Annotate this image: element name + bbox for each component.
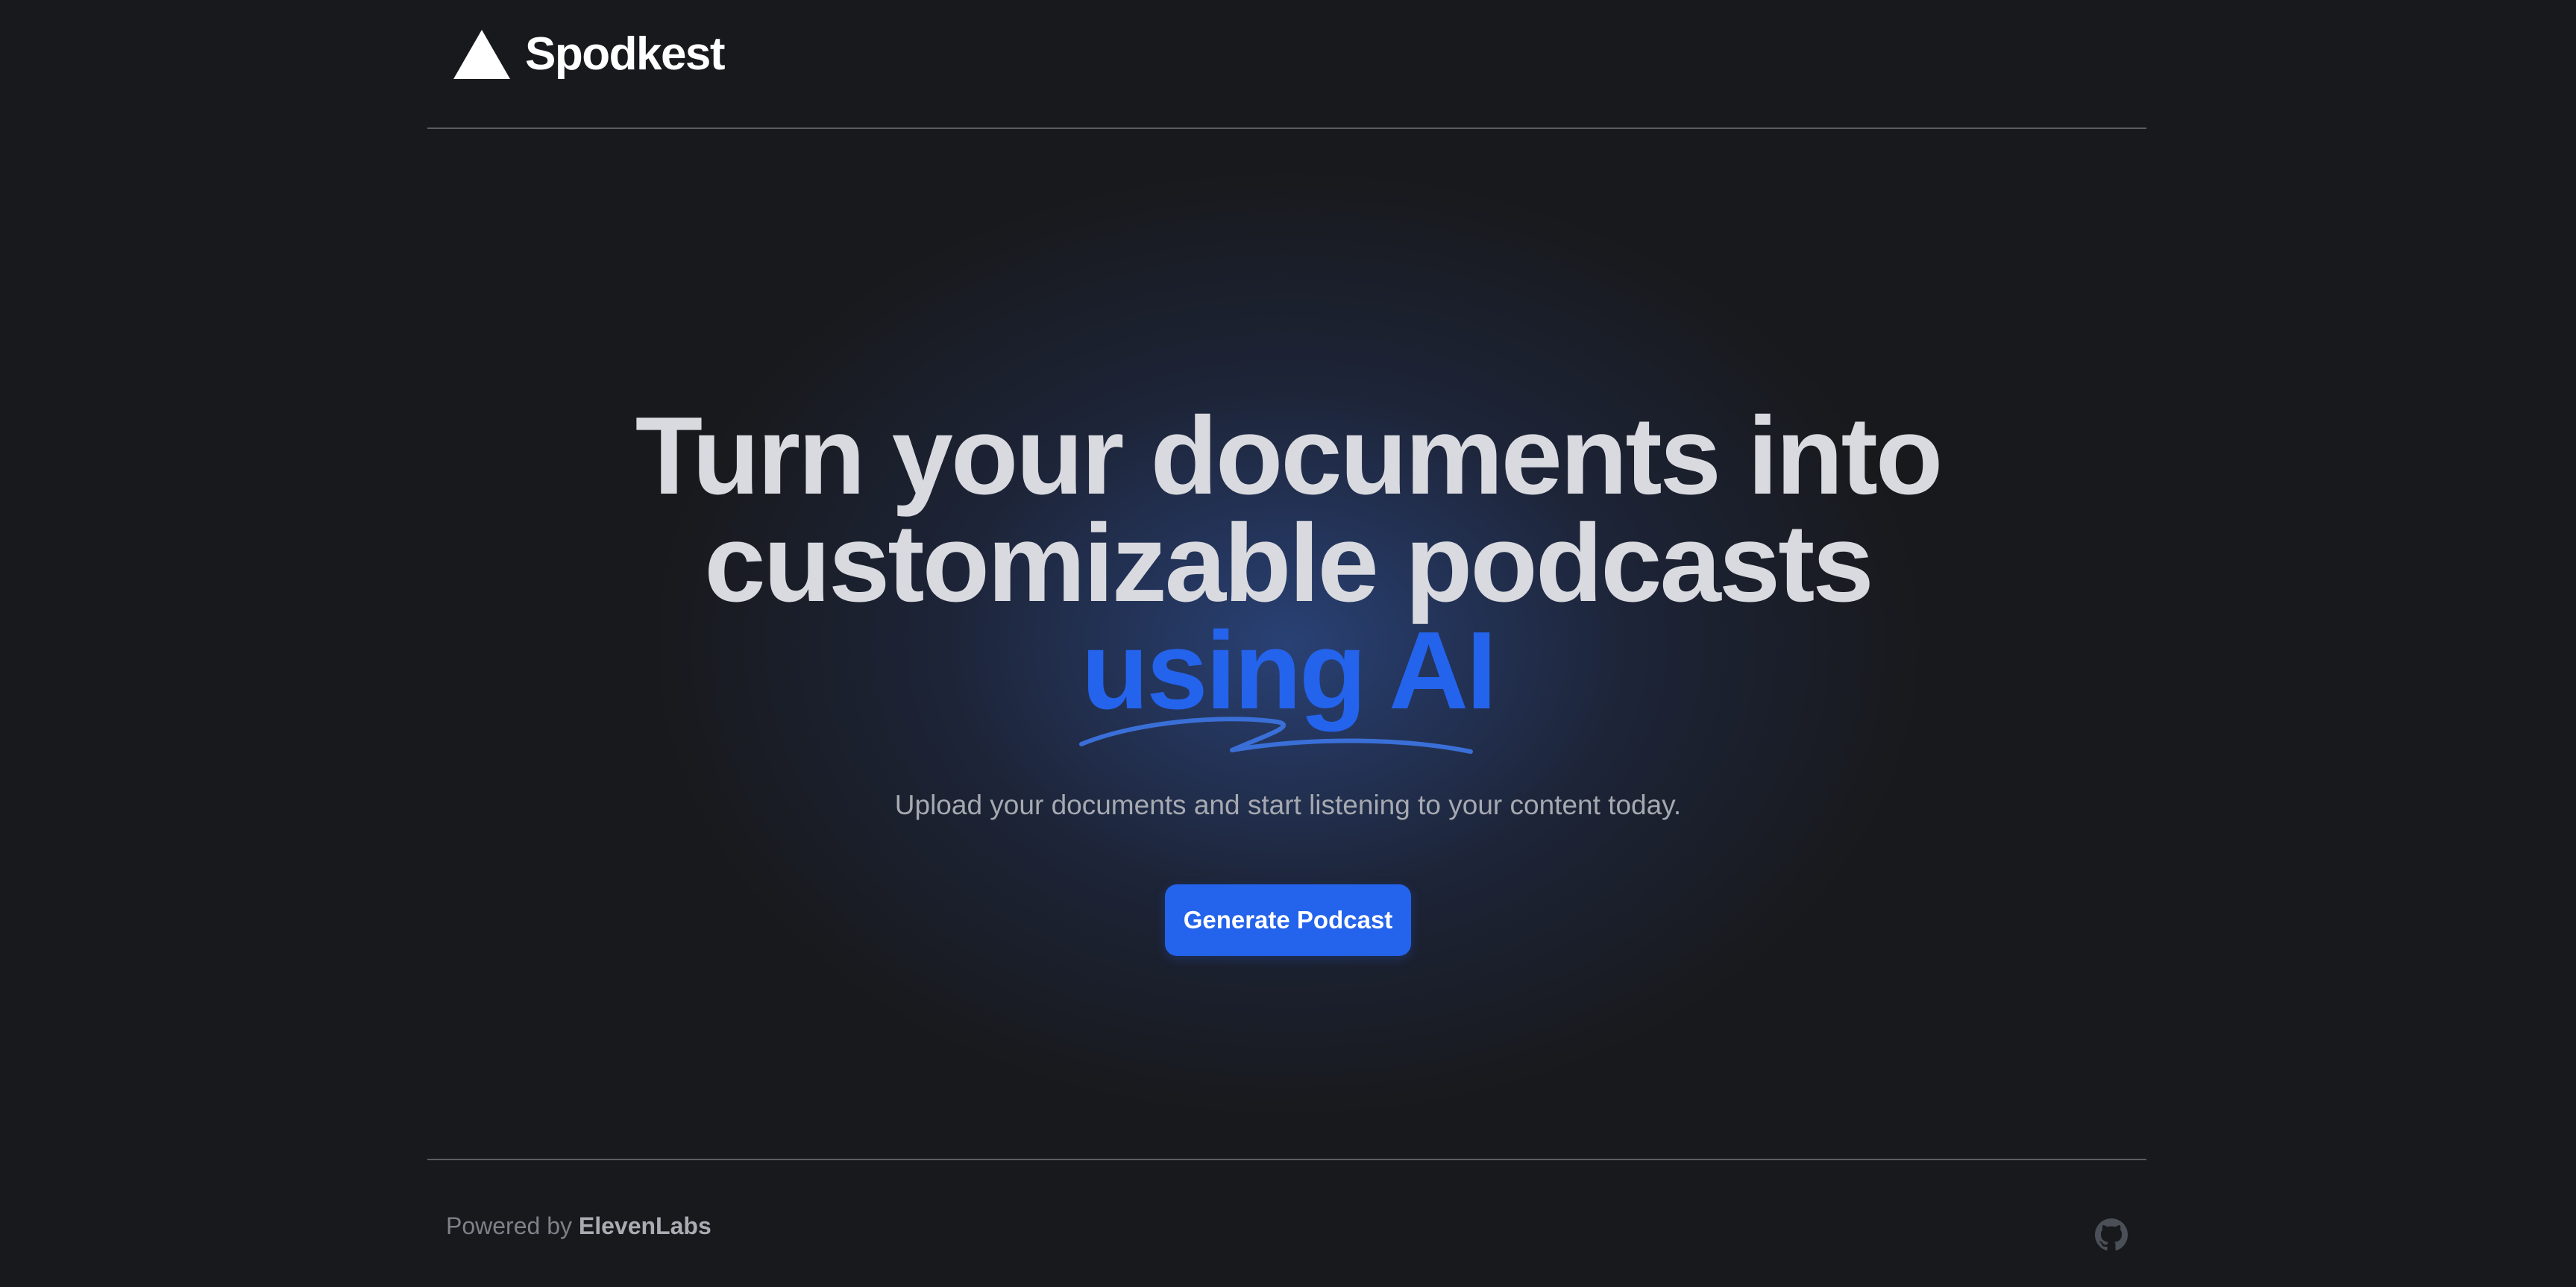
landing-page: Spodkest Turn your documents into custom… xyxy=(0,0,2576,1287)
hero-title: Turn your documents into customizable po… xyxy=(0,394,2576,754)
hero-section: Turn your documents into customizable po… xyxy=(0,394,2576,956)
squiggle-underline-icon xyxy=(1078,717,1473,754)
powered-by-text: Powered by ElevenLabs xyxy=(446,1212,711,1240)
hero-title-accent: using AI xyxy=(1078,616,1497,754)
logo-link[interactable]: Spodkest xyxy=(452,28,726,81)
site-header: Spodkest xyxy=(427,0,2146,129)
generate-podcast-button[interactable]: Generate Podcast xyxy=(1165,884,1411,956)
elevenlabs-link[interactable]: ElevenLabs xyxy=(579,1212,711,1239)
triangle-logo-icon xyxy=(452,28,512,81)
powered-by-prefix: Powered by xyxy=(446,1212,572,1239)
hero-title-line-1: Turn your documents into xyxy=(635,394,1944,517)
hero-subtitle: Upload your documents and start listenin… xyxy=(894,790,1682,820)
site-footer: Powered by ElevenLabs xyxy=(427,1159,2146,1287)
logo-text: Spodkest xyxy=(525,28,726,80)
hero-title-line-2: customizable podcasts xyxy=(704,502,1873,625)
hero-title-line-3: using AI xyxy=(0,616,2576,754)
github-icon[interactable] xyxy=(2095,1218,2128,1251)
